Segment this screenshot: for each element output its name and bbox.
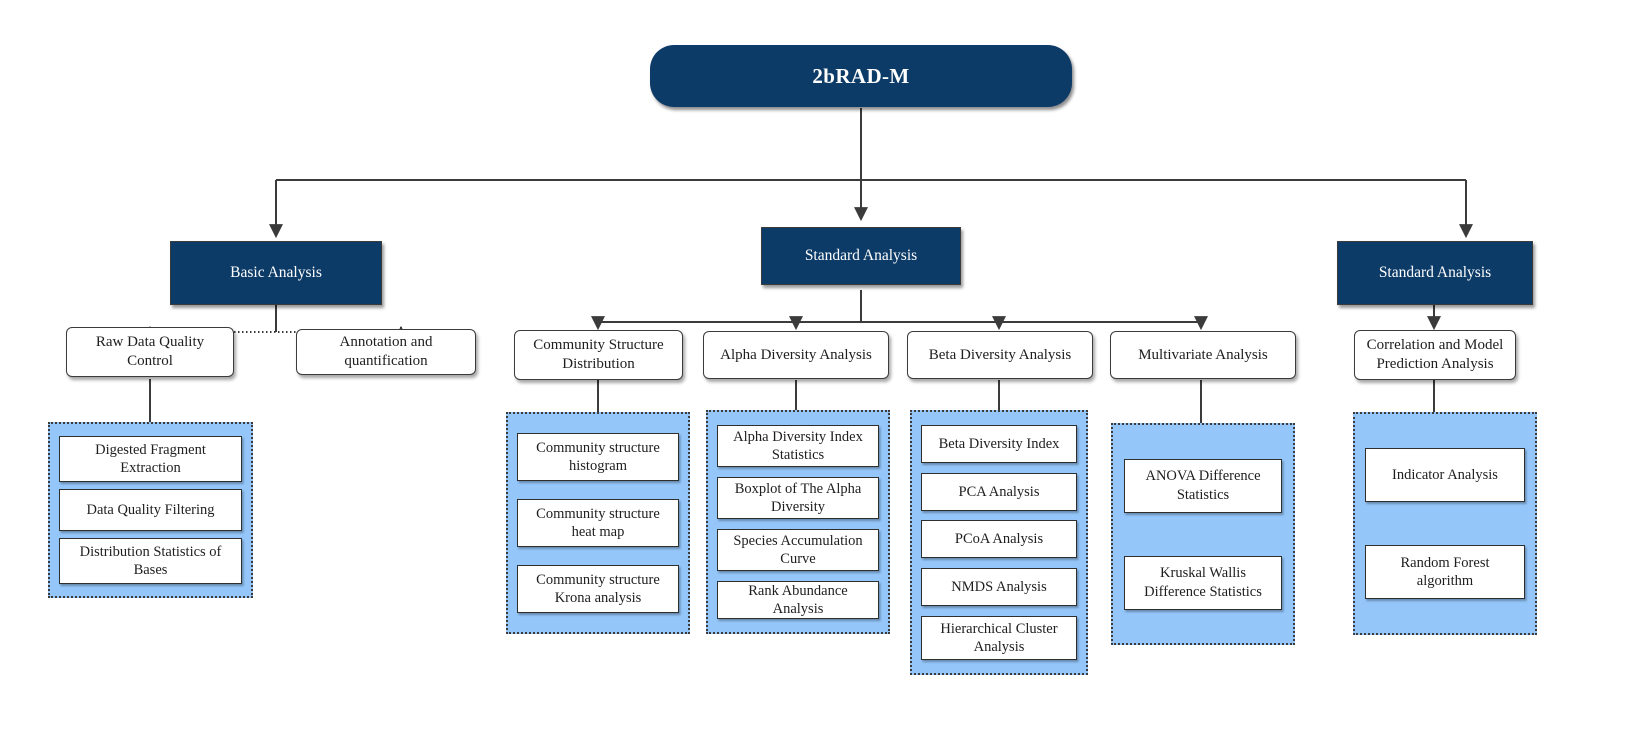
root-node-label: 2bRAD-M <box>812 63 910 88</box>
level2-node-standard-analysis-middle[interactable]: Standard Analysis <box>761 227 961 285</box>
leaf-item[interactable]: Beta Diversity Index <box>921 424 1077 463</box>
leaf-item[interactable]: Community structure histogram <box>517 433 679 481</box>
leaf-item[interactable]: NMDS Analysis <box>921 568 1077 607</box>
community-structure-group: Community structure histogram Community … <box>506 412 690 634</box>
level3-node-label: Annotation and quantification <box>339 334 433 369</box>
level3-node-label: Raw Data Quality Control <box>95 334 205 369</box>
flowchart-canvas: 2bRAD-M Basic Analysis Standard Analysis… <box>0 0 1631 737</box>
leaf-item[interactable]: PCoA Analysis <box>921 520 1077 559</box>
leaf-item[interactable]: Alpha Diversity Index Statistics <box>717 425 879 467</box>
level3-node-label: Community Structure Distribution <box>533 337 664 372</box>
level2-node-basic-analysis[interactable]: Basic Analysis <box>170 241 382 305</box>
level3-node-annotation-and-quantification[interactable]: Annotation and quantification <box>296 329 476 375</box>
beta-diversity-group: Beta Diversity Index PCA Analysis PCoA A… <box>910 410 1088 675</box>
leaf-item[interactable]: PCA Analysis <box>921 472 1077 511</box>
leaf-item[interactable]: ANOVA Difference Statistics <box>1124 458 1282 513</box>
level3-node-label: Correlation and Model Prediction Analysi… <box>1366 337 1504 372</box>
leaf-item[interactable]: Digested Fragment Extraction <box>59 435 242 482</box>
leaf-item[interactable]: Rank Abundance Analysis <box>717 581 879 619</box>
raw-data-quality-control-group: Digested Fragment Extraction Data Qualit… <box>48 422 253 598</box>
level2-node-label: Standard Analysis <box>1378 264 1492 282</box>
correlation-model-group: Indicator Analysis Random Forest algorit… <box>1353 412 1537 635</box>
multivariate-group: ANOVA Difference Statistics Kruskal Wall… <box>1111 423 1295 645</box>
leaf-item[interactable]: Community structure heat map <box>517 499 679 547</box>
level3-node-alpha-diversity-analysis[interactable]: Alpha Diversity Analysis <box>703 331 889 379</box>
level2-node-label: Standard Analysis <box>804 247 918 265</box>
leaf-item[interactable]: Hierarchical Cluster Analysis <box>921 616 1077 661</box>
level2-node-label: Basic Analysis <box>230 264 322 282</box>
leaf-item[interactable]: Boxplot of The Alpha Diversity <box>717 477 879 519</box>
level3-node-multivariate-analysis[interactable]: Multivariate Analysis <box>1110 331 1296 379</box>
leaf-item[interactable]: Distribution Statistics of Bases <box>59 538 242 585</box>
leaf-item[interactable]: Random Forest algorithm <box>1365 545 1525 600</box>
leaf-item[interactable]: Community structure Krona analysis <box>517 565 679 613</box>
level3-node-label: Beta Diversity Analysis <box>928 346 1072 363</box>
leaf-item[interactable]: Indicator Analysis <box>1365 447 1525 502</box>
level2-node-standard-analysis-right[interactable]: Standard Analysis <box>1337 241 1533 305</box>
level3-node-raw-data-quality-control[interactable]: Raw Data Quality Control <box>66 327 234 377</box>
level3-node-label: Multivariate Analysis <box>1138 346 1268 363</box>
level3-node-correlation-and-model-prediction-analysis[interactable]: Correlation and Model Prediction Analysi… <box>1354 330 1516 380</box>
level3-node-label: Alpha Diversity Analysis <box>720 346 872 363</box>
root-node-2brad-m[interactable]: 2bRAD-M <box>650 45 1072 107</box>
leaf-item[interactable]: Species Accumulation Curve <box>717 529 879 571</box>
level3-node-beta-diversity-analysis[interactable]: Beta Diversity Analysis <box>907 331 1093 379</box>
alpha-diversity-group: Alpha Diversity Index Statistics Boxplot… <box>706 410 890 634</box>
leaf-item[interactable]: Data Quality Filtering <box>59 488 242 531</box>
leaf-item[interactable]: Kruskal Wallis Difference Statistics <box>1124 555 1282 610</box>
level3-node-community-structure-distribution[interactable]: Community Structure Distribution <box>514 330 683 380</box>
